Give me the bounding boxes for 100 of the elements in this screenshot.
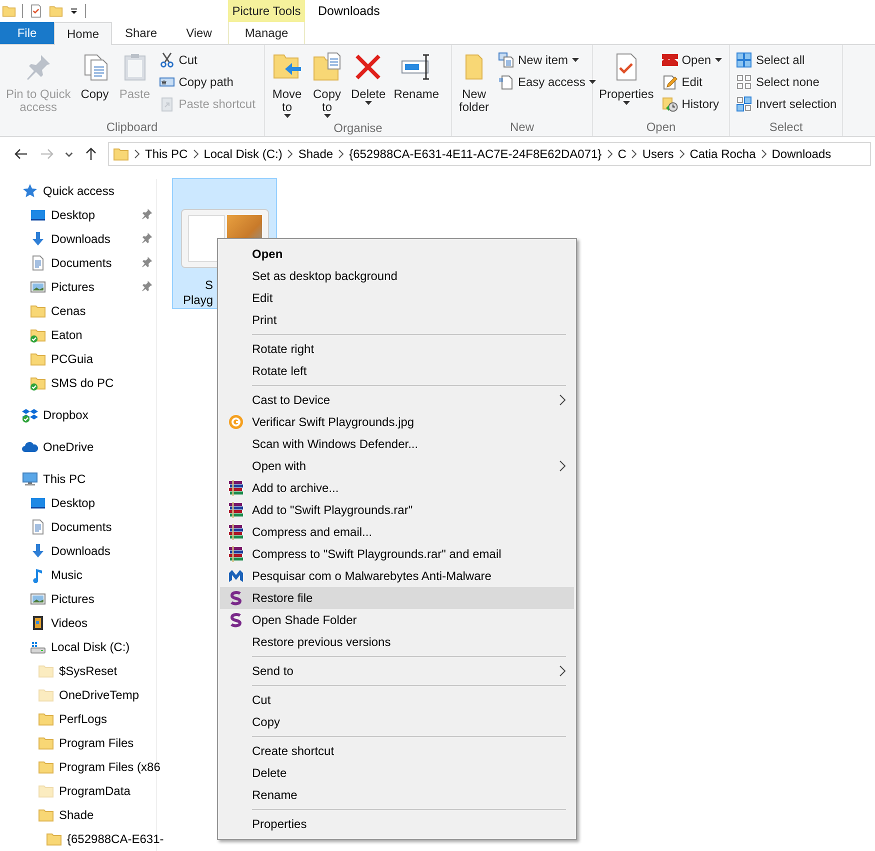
nav-item[interactable]: PerfLogs — [0, 707, 156, 731]
empty-grid-icon — [736, 74, 752, 90]
nav-item[interactable]: SMS do PC — [0, 371, 156, 395]
pin-icon — [141, 208, 153, 220]
nav-item[interactable]: Downloads — [0, 227, 156, 251]
picture-icon — [30, 591, 46, 607]
nav-item[interactable]: Videos — [0, 611, 156, 635]
nav-item[interactable]: This PC — [0, 467, 156, 491]
clock-folder-icon — [662, 96, 678, 112]
menu-item[interactable]: Delete — [220, 762, 574, 784]
breadcrumb-link[interactable]: This PC — [145, 146, 188, 162]
nav-item[interactable]: ProgramData — [0, 779, 156, 803]
nav-item[interactable]: Desktop — [0, 203, 156, 227]
ribbon-button[interactable]: New folder — [456, 49, 492, 120]
ribbon-button[interactable]: Rename — [392, 49, 442, 121]
nav-item[interactable]: OneDriveTemp — [0, 683, 156, 707]
breadcrumb-link[interactable]: {652988CA-E631-4E11-AC7E-24F8E62DA071} — [349, 146, 602, 162]
nav-item[interactable]: Eaton — [0, 323, 156, 347]
menu-item[interactable]: Set as desktop background — [220, 265, 574, 287]
chevron-right-icon — [630, 149, 638, 159]
nav-item[interactable]: Shade — [0, 803, 156, 827]
chevron-right-icon — [286, 149, 294, 159]
menu-item[interactable]: Scan with Windows Defender... — [220, 433, 574, 455]
nav-item[interactable]: $SysReset — [0, 659, 156, 683]
ribbon-tab[interactable]: View — [170, 22, 228, 44]
menu-item[interactable]: Rotate left — [220, 360, 574, 382]
menu-item[interactable]: Add to "Swift Playgrounds.rar" — [220, 499, 574, 521]
breadcrumb-link[interactable]: Downloads — [772, 146, 832, 162]
ribbon-button[interactable]: New item — [496, 49, 598, 71]
address-field[interactable]: This PC Local Disk (C:) Shade {652988CA-E631-4E11-AC7E-24F8E62DA071} C Users Catia Rocha Downloads — [108, 142, 871, 166]
ribbon-button[interactable]: Open — [660, 49, 724, 71]
breadcrumb-link[interactable]: Local Disk (C:) — [204, 146, 282, 162]
nav-item[interactable]: Dropbox — [0, 403, 156, 427]
ribbon-button[interactable]: Edit — [660, 71, 724, 93]
ribbon-tab[interactable]: Manage — [228, 22, 305, 44]
nav-item[interactable]: Documents — [0, 251, 156, 275]
menu-item[interactable]: Copy — [220, 711, 574, 733]
breadcrumb-link[interactable]: Users — [642, 146, 674, 162]
ribbon-button[interactable]: Move to — [269, 49, 305, 121]
nav-item[interactable]: Documents — [0, 515, 156, 539]
chevron-right-icon — [678, 149, 686, 159]
menu-item[interactable]: Compress to "Swift Playgrounds.rar" and email — [220, 543, 574, 565]
breadcrumb-link[interactable]: Shade — [298, 146, 334, 162]
menu-item[interactable]: Verificar Swift Playgrounds.jpg — [220, 411, 574, 433]
menu-item[interactable]: Edit — [220, 287, 574, 309]
nav-item[interactable]: OneDrive — [0, 435, 156, 459]
ribbon-button[interactable]: Easy access — [496, 71, 598, 93]
menu-item[interactable]: Cast to Device — [220, 389, 574, 411]
menu-item[interactable]: Restore previous versions — [220, 631, 574, 653]
ribbon-button[interactable]: Copy to — [309, 49, 345, 121]
ribbon-button[interactable]: Copy — [76, 49, 113, 120]
ribbon-tab[interactable]: Home — [54, 22, 112, 45]
caret-icon — [324, 114, 330, 119]
pin-icon — [141, 232, 153, 244]
ribbon-button[interactable]: Select all — [734, 49, 839, 71]
menu-item[interactable]: Send to — [220, 660, 574, 682]
nav-item[interactable]: Program Files (x86 — [0, 755, 160, 779]
nav-item[interactable]: Pictures — [0, 587, 156, 611]
file-tab[interactable]: File — [0, 22, 54, 44]
customize-dropdown-icon[interactable] — [69, 6, 79, 16]
menu-item[interactable]: Open with — [220, 455, 574, 477]
menu-item[interactable]: Compress and email... — [220, 521, 574, 543]
menu-item[interactable]: Create shortcut — [220, 740, 574, 762]
nav-item[interactable]: Local Disk (C:) — [0, 635, 156, 659]
ribbon-button[interactable]: Properties — [597, 49, 656, 120]
breadcrumb-link[interactable]: Catia Rocha — [690, 146, 756, 162]
caret-icon — [715, 58, 722, 62]
nav-item[interactable]: {652988CA-E631- — [0, 827, 164, 851]
menu-item[interactable]: Restore file — [220, 587, 574, 609]
menu-item[interactable]: Print — [220, 309, 574, 331]
nav-item[interactable]: Pictures — [0, 275, 156, 299]
ribbon-button[interactable]: History — [660, 93, 724, 115]
ribbon-button[interactable]: Copy path — [156, 71, 258, 93]
ribbon-button[interactable]: Cut — [156, 49, 258, 71]
checked-page-icon[interactable] — [29, 3, 43, 19]
m-logo-icon — [228, 568, 244, 584]
menu-item[interactable]: Open — [220, 243, 574, 265]
desktop-icon — [30, 495, 46, 511]
nav-item[interactable]: Music — [0, 563, 156, 587]
menu-item[interactable]: Pesquisar com o Malwarebytes Anti-Malware — [220, 565, 574, 587]
nav-item[interactable]: Program Files — [0, 731, 156, 755]
ribbon-button[interactable]: Invert selection — [734, 93, 839, 115]
breadcrumb-link[interactable]: C — [618, 146, 626, 162]
menu-item[interactable]: Cut — [220, 689, 574, 711]
nav-item[interactable]: Cenas — [0, 299, 156, 323]
nav-item[interactable]: Desktop — [0, 491, 156, 515]
nav-item[interactable]: Downloads — [0, 539, 156, 563]
nav-item[interactable]: PCGuia — [0, 347, 156, 371]
menu-item[interactable]: Open Shade Folder — [220, 609, 574, 631]
ribbon-tab[interactable]: Share — [112, 22, 170, 44]
caret-icon — [622, 101, 630, 106]
menu-item[interactable]: Add to archive... — [220, 477, 574, 499]
caret-icon — [589, 80, 596, 84]
file-name: S Playg — [182, 278, 213, 308]
ribbon-button[interactable]: Delete — [349, 49, 388, 121]
menu-item[interactable]: Rename — [220, 784, 574, 806]
nav-item[interactable]: Quick access — [0, 179, 156, 203]
menu-item[interactable]: Properties — [220, 813, 574, 835]
ribbon-button[interactable]: Select none — [734, 71, 839, 93]
menu-item[interactable]: Rotate right — [220, 338, 574, 360]
